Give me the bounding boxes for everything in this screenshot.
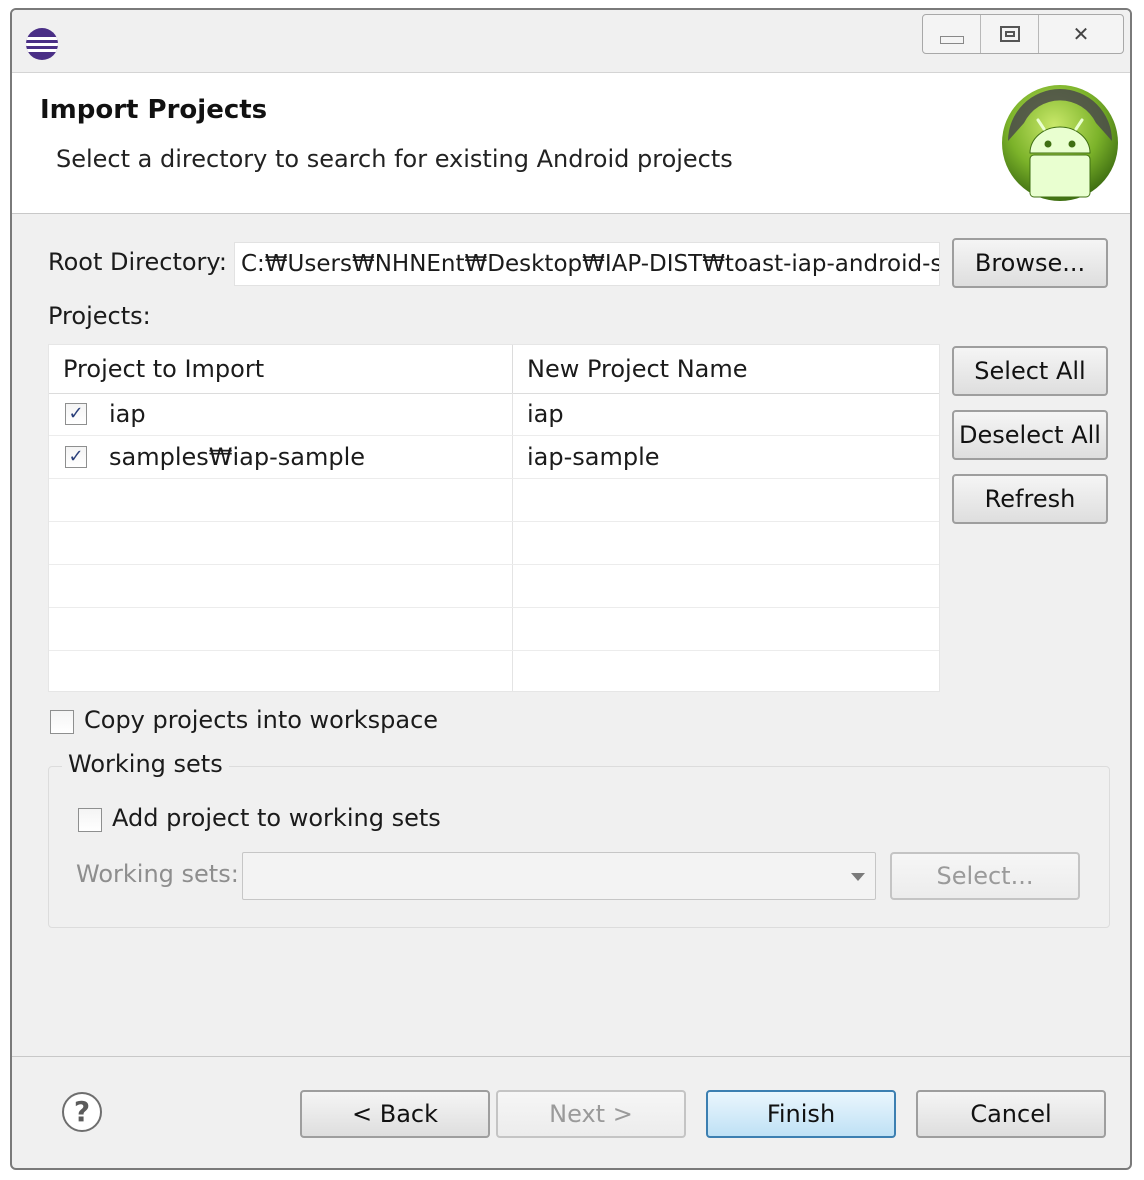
empty-row [49,522,939,565]
window-controls: ✕ [922,14,1124,54]
minimize-button[interactable] [923,15,981,53]
column-project-to-import[interactable]: Project to Import [49,345,513,393]
page-title: Import Projects [40,95,268,125]
table-row[interactable]: ✓ iap iap [49,393,939,436]
restore-button[interactable] [981,15,1039,53]
add-to-working-sets-label[interactable]: Add project to working sets [112,804,441,832]
empty-row [49,565,939,608]
empty-row [49,608,939,651]
working-sets-combo [242,852,876,900]
empty-row [49,651,939,691]
working-sets-select-button: Select... [890,852,1080,900]
project-cell: ✓ iap [49,393,513,435]
table-row[interactable]: ✓ samples₩iap-sample iap-sample [49,436,939,479]
minimize-icon [939,36,964,44]
footer-divider [12,1056,1130,1057]
restore-icon [999,26,1020,42]
add-to-working-sets-checkbox[interactable] [78,808,102,832]
check-icon: ✓ [68,403,84,424]
working-sets-title: Working sets [62,750,229,778]
close-button[interactable]: ✕ [1039,15,1123,53]
project-name: iap [109,400,146,428]
working-sets-label: Working sets: [76,860,239,888]
project-name: samples₩iap-sample [109,443,366,471]
table-body: ✓ iap iap ✓ samples₩iap-sample iap-sampl… [49,393,939,691]
finish-button[interactable]: Finish [706,1090,896,1138]
help-icon[interactable]: ? [62,1092,102,1132]
projects-table: Project to Import New Project Name ✓ iap… [48,344,940,692]
new-project-name-cell[interactable]: iap-sample [513,436,939,478]
copy-projects-checkbox[interactable] [50,710,74,734]
next-button: Next > [496,1090,686,1138]
check-icon: ✓ [68,446,84,467]
project-checkbox[interactable]: ✓ [65,403,87,425]
cancel-button[interactable]: Cancel [916,1090,1106,1138]
table-header: Project to Import New Project Name [49,345,939,394]
new-project-name-cell[interactable]: iap [513,393,939,435]
page-description: Select a directory to search for existin… [56,145,733,173]
deselect-all-button[interactable]: Deselect All [952,410,1108,460]
import-projects-dialog: ✕ Import Projects Select a directory to … [10,8,1132,1170]
close-icon: ✕ [1072,22,1090,46]
empty-row [49,479,939,522]
root-directory-label: Root Directory: [48,248,227,276]
project-checkbox[interactable]: ✓ [65,446,87,468]
column-new-project-name[interactable]: New Project Name [513,345,939,393]
refresh-button[interactable]: Refresh [952,474,1108,524]
browse-button[interactable]: Browse... [952,238,1108,288]
select-all-button[interactable]: Select All [952,346,1108,396]
title-bar: ✕ [12,10,1130,72]
chevron-down-icon [851,873,865,881]
wizard-header: Import Projects Select a directory to se… [12,72,1130,214]
android-icon [1002,85,1118,201]
eclipse-icon [26,28,58,60]
copy-projects-label[interactable]: Copy projects into workspace [84,706,438,734]
working-sets-group [48,766,1110,928]
projects-label: Projects: [48,302,151,330]
project-cell: ✓ samples₩iap-sample [49,436,513,478]
root-directory-input[interactable]: C:₩Users₩NHNEnt₩Desktop₩IAP-DIST₩toast-i… [234,242,940,286]
back-button[interactable]: < Back [300,1090,490,1138]
